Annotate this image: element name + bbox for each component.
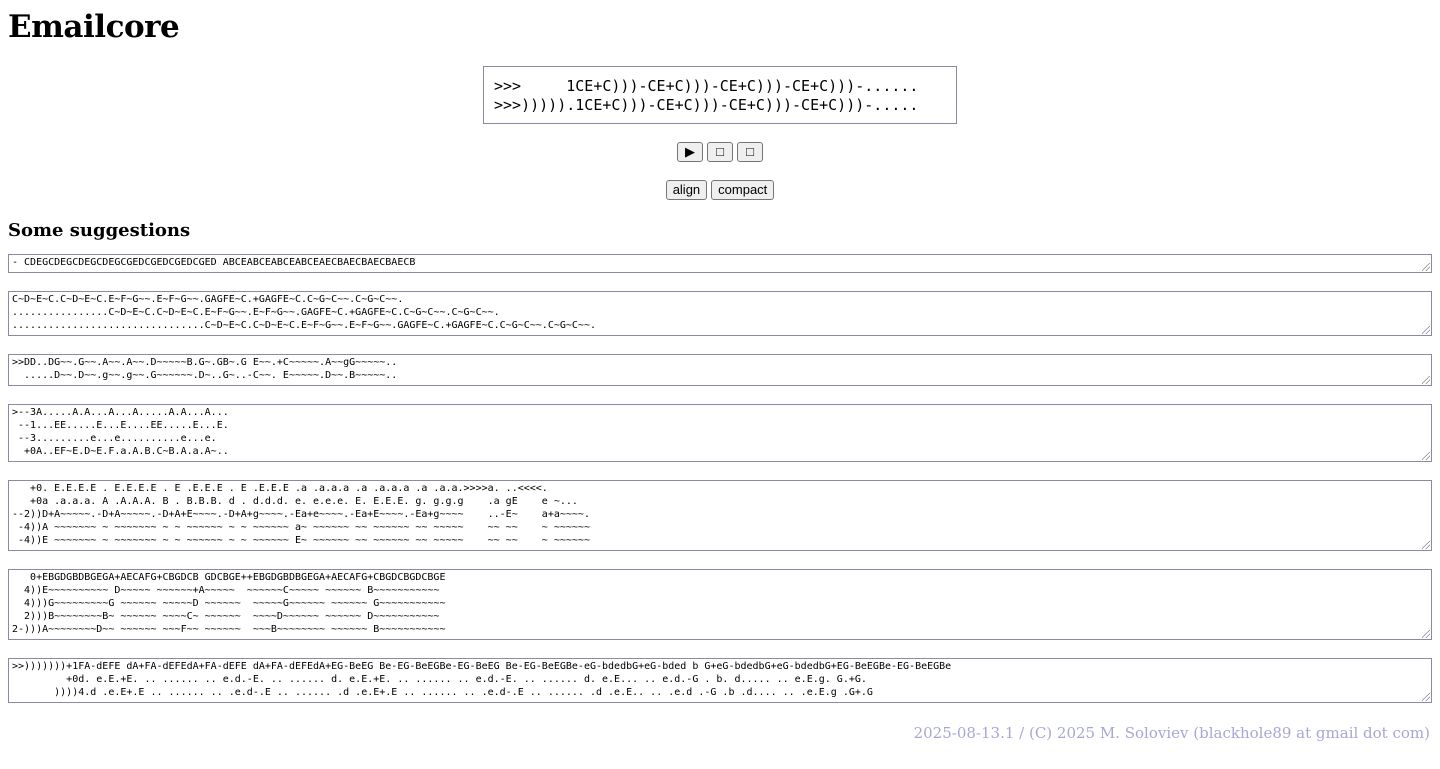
suggestion-textarea-4[interactable]: >--3A.....A.A...A...A.....A.A...A... --1…: [8, 404, 1432, 462]
suggestion-textarea-7[interactable]: >>)))))))+1FA-dEFE dA+FA-dEFEdA+FA-dEFE …: [8, 658, 1432, 703]
footer-credits: 2025-08-13.1 / (C) 2025 M. Soloviev (bla…: [913, 724, 1430, 742]
compact-button[interactable]: compact: [711, 180, 775, 200]
suggestion-textarea-2[interactable]: C~D~E~C.C~D~E~C.E~F~G~~.E~F~G~~.GAGFE~C.…: [8, 291, 1432, 336]
preview-line-1: >>> 1CE+C)))-CE+C)))-CE+C)))-CE+C)))-...…: [494, 77, 919, 95]
suggestion-textarea-5[interactable]: +0. E.E.E.E . E.E.E.E . E .E.E.E . E .E.…: [8, 480, 1432, 551]
suggestion-textarea-1[interactable]: - CDEGCDEGCDEGCDEGCGEDCGEDCGEDCGED ABCEA…: [8, 254, 1432, 273]
align-button[interactable]: align: [665, 180, 708, 200]
pattern-preview: >>> 1CE+C)))-CE+C)))-CE+C)))-CE+C)))-...…: [483, 66, 957, 124]
suggestion-textarea-3[interactable]: >>DD..DG~~.G~~.A~~.A~~.D~~~~~B.G~.GB~.G …: [8, 354, 1432, 386]
playback-controls: ▶ □ □: [8, 142, 1432, 162]
preview-line-2: >>>))))).1CE+C)))-CE+C)))-CE+C)))-CE+C))…: [494, 96, 919, 114]
loop-button[interactable]: □: [737, 142, 763, 162]
stop-button[interactable]: □: [707, 142, 733, 162]
play-button[interactable]: ▶: [677, 142, 703, 162]
suggestions-heading: Some suggestions: [8, 220, 191, 241]
page-title: Emailcore: [8, 9, 180, 45]
suggestion-textarea-6[interactable]: 0+EBGDGBDBGEGA+AECAFG+CBGDCB GDCBGE++EBG…: [8, 569, 1432, 640]
mode-controls: align compact: [8, 180, 1432, 200]
